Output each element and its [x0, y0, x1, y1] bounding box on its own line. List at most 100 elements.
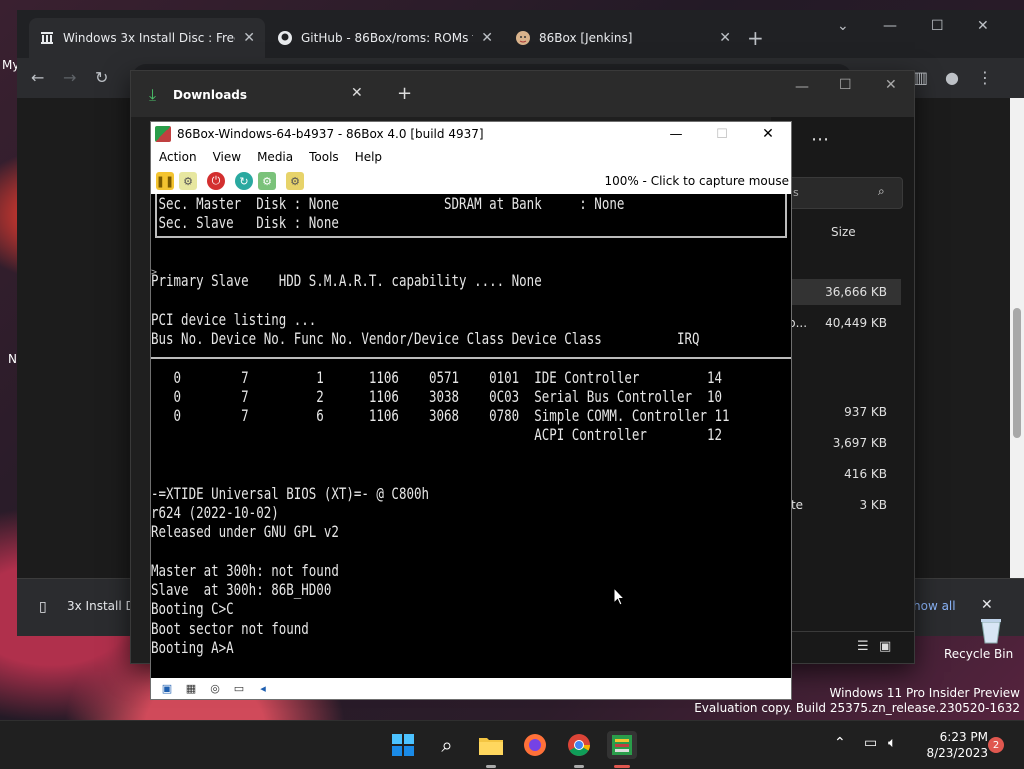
divider [151, 357, 791, 359]
configure-icon[interactable]: ⚙ [286, 172, 304, 190]
menu-view[interactable]: View [205, 150, 249, 164]
sound-icon[interactable]: ◂ [255, 682, 271, 696]
new-tab-button[interactable]: + [747, 26, 764, 50]
notification-badge[interactable]: 2 [988, 737, 1004, 753]
file-icon: ▯ [39, 599, 47, 615]
taskbar: ⌕ ⌃ ▭ 🔈︎ 6:23 PM 8/23/2023 2 [0, 720, 1024, 769]
downloads-title: Downloads [173, 88, 248, 102]
profile-icon[interactable]: ● [945, 68, 959, 87]
maximize-icon[interactable]: ☐ [931, 18, 944, 34]
screen-line: Bus No. Device No. Func No. Vendor/Devic… [151, 329, 700, 348]
screen-line: 0 7 6 1106 3068 0780 Simple COMM. Contro… [151, 406, 730, 425]
screen-line: ACPI Controller 12 [151, 425, 723, 444]
size-column-header[interactable]: Size [831, 225, 856, 239]
screen-line: Primary Slave HDD S.M.A.R.T. capability … [151, 271, 542, 290]
close-icon[interactable]: ✕ [351, 85, 363, 101]
menu-icon[interactable]: ⋮ [977, 68, 993, 87]
app-icon [155, 126, 171, 142]
screen-line: Slave at 300h: 86B_HD00 [151, 580, 332, 599]
search-icon[interactable]: ⌕ [433, 731, 461, 759]
reload-icon[interactable]: ↻ [95, 68, 108, 87]
file-explorer-icon[interactable] [477, 731, 505, 759]
chevron-down-icon[interactable]: ⌄ [837, 18, 849, 34]
downloads-titlebar: ⤓ Downloads ✕ + — ☐ ✕ [131, 71, 914, 117]
ctrl-alt-del-icon[interactable]: ⚙ [179, 172, 197, 190]
menu-tools[interactable]: Tools [301, 150, 347, 164]
clock-time: 6:23 PM [939, 730, 988, 744]
emulator-screen[interactable]: > Sec. Master Disk : None SDRAM at Bank … [151, 194, 791, 678]
tab-archive[interactable]: Windows 3x Install Disc : Free Do ✕ [29, 18, 265, 58]
tab-label: Windows 3x Install Disc : Free Do [63, 31, 235, 45]
new-tab-button[interactable]: + [397, 83, 412, 104]
page-scrollbar[interactable] [1010, 98, 1024, 581]
scrollbar-thumb[interactable] [1013, 308, 1021, 438]
browser-tabstrip: Windows 3x Install Disc : Free Do ✕ GitH… [17, 10, 1024, 58]
close-icon[interactable]: ✕ [977, 18, 989, 34]
menu-media[interactable]: Media [249, 150, 301, 164]
screen-line: Released under GNU GPL v2 [151, 522, 339, 541]
back-icon[interactable]: ← [31, 68, 44, 87]
network-icon[interactable]: ▭ [864, 735, 877, 751]
close-icon[interactable]: ✕ [243, 30, 255, 46]
forward-icon[interactable]: → [63, 68, 76, 87]
watermark-line: Windows 11 Pro Insider Preview [829, 686, 1020, 700]
tab-jenkins[interactable]: 86Box [Jenkins] ✕ [505, 18, 741, 58]
recycle-bin-icon[interactable] [976, 616, 1006, 644]
maximize-icon[interactable]: ☐ [839, 77, 852, 93]
box86-taskbar-icon[interactable] [607, 731, 637, 759]
tab-label: GitHub - 86Box/roms: ROMs for [301, 31, 474, 45]
archive-icon [39, 30, 55, 46]
pause-icon[interactable]: ❚❚ [156, 172, 174, 190]
search-icon: ⌕ [878, 184, 885, 198]
firefox-icon[interactable] [521, 731, 549, 759]
maximize-icon[interactable]: ☐ [699, 127, 745, 142]
minimize-icon[interactable]: — [795, 79, 809, 95]
close-icon[interactable]: ✕ [885, 77, 897, 93]
github-icon [277, 30, 293, 46]
hdd-icon[interactable]: ▭ [231, 682, 247, 696]
box86-titlebar: 86Box-Windows-64-b4937 - 86Box 4.0 [buil… [151, 122, 791, 146]
more-options-icon[interactable]: ⋯ [811, 129, 829, 150]
close-icon[interactable]: ✕ [481, 30, 493, 46]
download-item[interactable]: 3x Install D [67, 599, 135, 613]
minimize-icon[interactable]: — [653, 127, 699, 142]
close-icon[interactable]: ✕ [745, 126, 791, 142]
menu-action[interactable]: Action [151, 150, 205, 164]
divider [771, 631, 914, 632]
details-view-icon[interactable]: ☰ [857, 639, 869, 654]
screen-line: Master at 300h: not found [151, 561, 339, 580]
clock[interactable]: 6:23 PM 8/23/2023 [926, 729, 988, 761]
side-panel-icon[interactable]: ▥ [913, 68, 928, 87]
mouse-cursor-icon [613, 586, 626, 610]
download-icon: ⤓ [149, 85, 157, 104]
box86-menubar: Action View Media Tools Help [151, 146, 791, 168]
power-icon[interactable]: ⏻ [207, 172, 225, 190]
box86-toolbar: ❚❚ ⚙ ⏻ ↻ ⚙ ⚙ 100% - Click to capture mou… [151, 168, 791, 194]
settings-icon[interactable]: ⚙ [258, 172, 276, 190]
screen-line: Sec. Slave Disk : None [151, 213, 339, 232]
minimize-icon[interactable]: — [883, 18, 897, 34]
chevron-up-icon[interactable]: ⌃ [834, 735, 846, 751]
screen-line: Booting C>C [151, 599, 234, 618]
tab-github[interactable]: GitHub - 86Box/roms: ROMs for ✕ [267, 18, 503, 58]
screen-line: PCI device listing ... [151, 310, 317, 329]
screen-line: r624 (2022-10-02) [151, 503, 279, 522]
show-all-link[interactable]: how all [913, 599, 956, 613]
watermark-line: Evaluation copy. Build 25375.zn_release.… [694, 701, 1020, 715]
screen-line: Sec. Master Disk : None SDRAM at Bank : … [151, 194, 625, 213]
jenkins-icon [515, 30, 531, 46]
menu-help[interactable]: Help [347, 150, 390, 164]
start-icon[interactable] [389, 731, 417, 759]
tiles-view-icon[interactable]: ▣ [879, 639, 891, 654]
volume-icon[interactable]: 🔈︎ [888, 735, 896, 751]
desktop-label-n: N [8, 352, 17, 366]
hard-reset-icon[interactable]: ↻ [235, 172, 253, 190]
disk-icon[interactable]: ◎ [207, 682, 223, 696]
cdrom-icon[interactable]: ▦ [183, 682, 199, 696]
close-icon[interactable]: ✕ [719, 30, 731, 46]
chrome-icon[interactable] [565, 731, 593, 759]
close-icon[interactable]: ✕ [981, 597, 993, 613]
clock-date: 8/23/2023 [926, 746, 988, 760]
box86-title: 86Box-Windows-64-b4937 - 86Box 4.0 [buil… [177, 127, 484, 141]
floppy-icon[interactable]: ▣ [159, 682, 175, 696]
